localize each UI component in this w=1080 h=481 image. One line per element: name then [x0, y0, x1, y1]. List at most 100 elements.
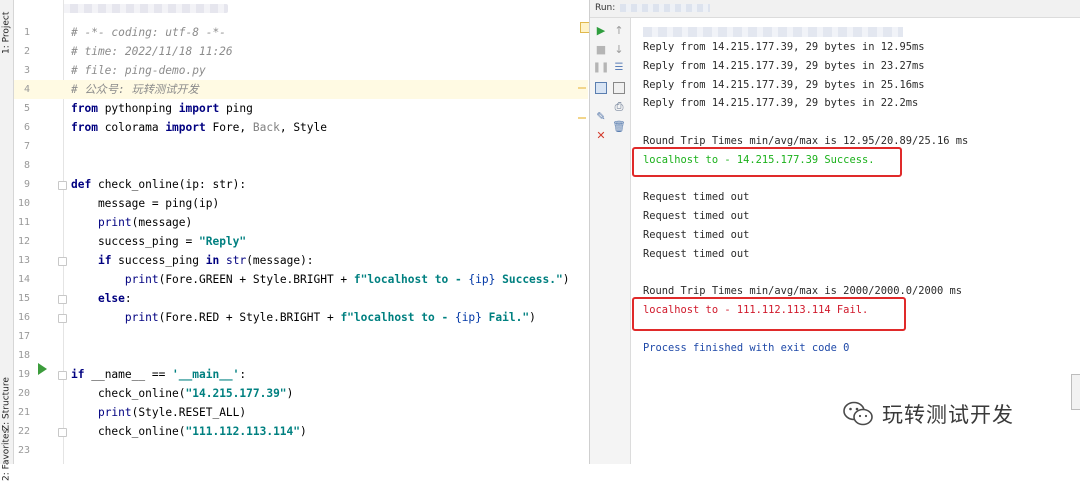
success-highlight-box [632, 147, 902, 177]
code-line[interactable]: 2 # time: 2022/11/18 11:26 [14, 42, 588, 61]
console-line: Request timed out [643, 191, 750, 204]
code-editor[interactable]: 1 # -*- coding: utf-8 -*- 2 # time: 2022/11… [14, 0, 590, 464]
code-token: ) [529, 311, 536, 324]
code-text: from colorama import Fore, Back, Style [71, 118, 327, 137]
code-line[interactable]: 22 check_online("111.112.113.114") [14, 422, 588, 441]
favorites-tool-tab[interactable]: 2: Favorites [0, 429, 13, 481]
code-token: ) [300, 425, 307, 438]
pause-icon[interactable]: ❚❚ [593, 60, 610, 74]
code-token: else [97, 292, 125, 305]
print-icon[interactable]: ⎙ [612, 100, 626, 114]
code-token: Back [252, 121, 280, 134]
project-tool-tab[interactable]: 1: Project [0, 4, 13, 62]
close-icon[interactable]: ✕ [594, 128, 608, 142]
code-token: f"localhost to - [353, 273, 469, 286]
code-text: print(Style.RESET_ALL) [71, 403, 246, 422]
structure-tool-tab[interactable]: Z: Structure [0, 372, 13, 436]
code-line[interactable]: 5 from pythonping import ping [14, 99, 588, 118]
code-line[interactable]: 11 print(message) [14, 213, 588, 232]
code-line[interactable]: 8 [14, 156, 588, 175]
warning-marker[interactable] [578, 87, 586, 89]
blurred-console-header [643, 27, 903, 37]
warning-marker[interactable] [578, 117, 586, 119]
line-number: 7 [23, 141, 30, 152]
soft-wrap-icon[interactable]: ☰ [612, 60, 626, 74]
code-token: print [97, 406, 132, 419]
code-text: from pythonping import ping [71, 99, 253, 118]
code-text: if __name__ == '__main__': [71, 365, 246, 384]
code-token: in [205, 254, 220, 267]
code-token: import [165, 121, 206, 134]
code-line[interactable]: 3 # file: ping-demo.py [14, 61, 588, 80]
code-token: Fore, [205, 121, 253, 134]
code-line[interactable]: 14 print(Fore.GREEN + Style.BRIGHT + f"l… [14, 270, 588, 289]
code-line[interactable]: 19 if __name__ == '__main__': [14, 365, 588, 384]
code-line[interactable]: 7 [14, 137, 588, 156]
scroll-to-end-icon[interactable] [612, 81, 626, 95]
code-line[interactable]: 20 check_online("14.215.177.39") [14, 384, 588, 403]
console-line: Request timed out [643, 210, 750, 223]
code-line[interactable]: 4 # 公众号: 玩转测试开发 [14, 80, 588, 99]
line-number: 9 [23, 179, 30, 190]
code-token: # file: ping-demo.py [71, 64, 206, 77]
collapsed-side-widget[interactable] [1071, 374, 1080, 410]
line-number: 22 [17, 426, 30, 437]
code-line[interactable]: 16 print(Fore.RED + Style.BRIGHT + f"loc… [14, 308, 588, 327]
code-line[interactable]: 10 message = ping(ip) [14, 194, 588, 213]
code-text: print(Fore.GREEN + Style.BRIGHT + f"loca… [71, 270, 570, 289]
line-number: 6 [23, 122, 30, 133]
code-line[interactable]: 21 print(Style.RESET_ALL) [14, 403, 588, 422]
line-number: 1 [23, 27, 30, 38]
fold-marker[interactable] [58, 371, 67, 380]
line-number: 23 [17, 445, 30, 456]
code-text: success_ping = "Reply" [71, 232, 246, 251]
fold-marker[interactable] [58, 428, 67, 437]
fold-marker[interactable] [58, 295, 67, 304]
code-token: # -*- coding: utf-8 -*- [71, 26, 226, 39]
run-toolbar: ▶ ↑ ■ ↓ ❚❚ ☰ ⎙ ✎ 🗑 ✕ [590, 18, 631, 464]
stop-icon[interactable]: ■ [594, 42, 608, 56]
code-text: else: [71, 289, 132, 308]
code-token: (message) [131, 216, 193, 229]
code-line[interactable]: 17 [14, 327, 588, 346]
line-number: 12 [17, 236, 30, 247]
code-line[interactable]: 1 # -*- coding: utf-8 -*- [14, 23, 588, 42]
code-line[interactable]: 15 else: [14, 289, 588, 308]
code-token: Fail." [481, 311, 530, 324]
run-gutter-icon[interactable] [38, 363, 47, 375]
code-text: print(message) [71, 213, 192, 232]
code-token: pythonping [97, 102, 179, 115]
code-text: # -*- coding: utf-8 -*- [71, 23, 226, 42]
wechat-watermark: 玩转测试开发 [842, 398, 1014, 430]
code-line[interactable]: 6 from colorama import Fore, Back, Style [14, 118, 588, 137]
left-tool-strip: 1: Project Z: Structure 2: Favorites [0, 0, 14, 481]
pin-icon[interactable]: ✎ [594, 109, 608, 123]
code-token: if [97, 254, 112, 267]
code-line[interactable]: 13 if success_ping in str(message): [14, 251, 588, 270]
code-line[interactable]: 23 [14, 441, 588, 460]
console-line: Request timed out [643, 247, 750, 260]
console-line: Reply from 14.215.177.39, 29 bytes in 25… [643, 78, 925, 91]
arrow-up-icon[interactable]: ↑ [612, 23, 626, 37]
line-number: 11 [17, 217, 30, 228]
code-line[interactable]: 9 def check_online(ip: str): [14, 175, 588, 194]
run-tool-window: Run: ▶ ↑ ■ ↓ ❚❚ ☰ ⎙ ✎ 🗑 ✕ Reply from 14.… [589, 0, 1080, 464]
fold-marker[interactable] [58, 257, 67, 266]
code-token: '__main__' [172, 368, 240, 381]
restore-layout-icon[interactable] [594, 81, 608, 95]
code-line[interactable]: 18 [14, 346, 588, 365]
blurred-run-tab[interactable] [620, 4, 710, 12]
code-token: ping [219, 102, 253, 115]
code-token: : [124, 292, 132, 305]
fold-marker[interactable] [58, 181, 67, 190]
clear-all-icon[interactable]: 🗑 [612, 119, 626, 133]
code-line[interactable]: 12 success_ping = "Reply" [14, 232, 588, 251]
code-token: from [71, 121, 98, 134]
code-token: ) [562, 273, 570, 286]
fold-marker[interactable] [58, 314, 67, 323]
rerun-icon[interactable]: ▶ [594, 23, 608, 37]
arrow-down-icon[interactable]: ↓ [612, 42, 626, 56]
